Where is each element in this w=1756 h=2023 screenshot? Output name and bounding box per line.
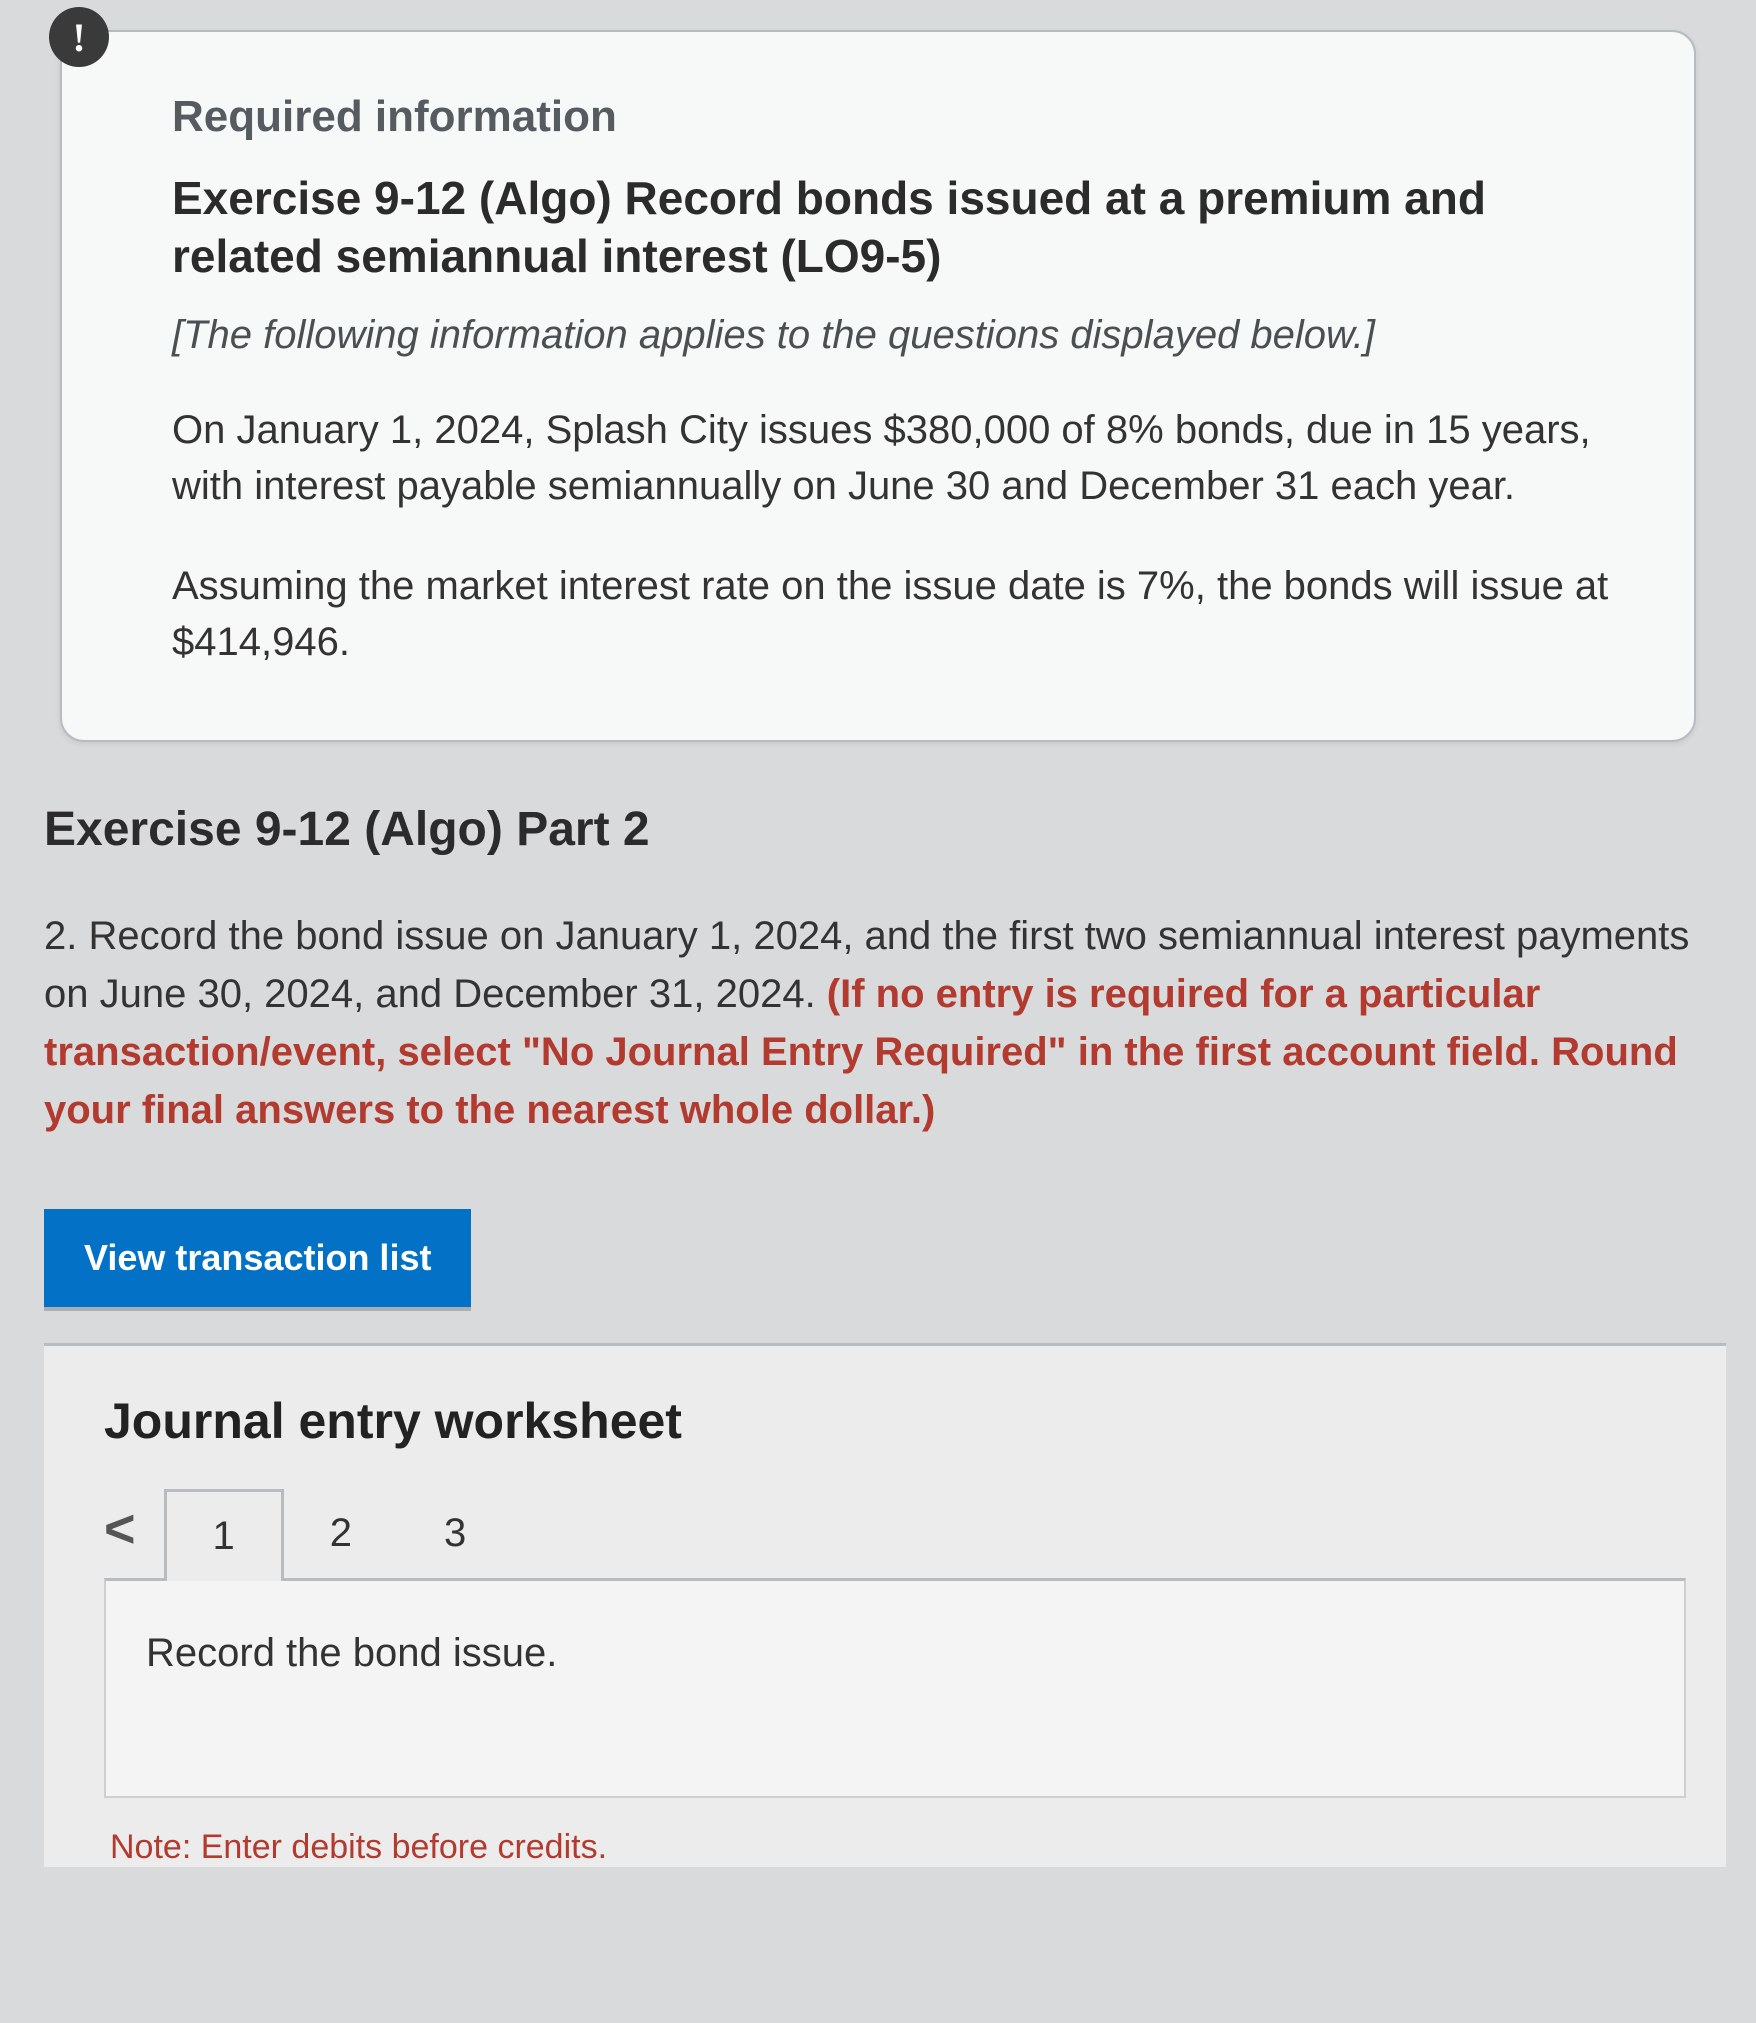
scenario-paragraph-2: Assuming the market interest rate on the… (172, 558, 1614, 670)
scenario-paragraph-1: On January 1, 2024, Splash City issues $… (172, 402, 1614, 514)
view-transaction-list-button[interactable]: View transaction list (44, 1209, 471, 1307)
required-info-card: ! Required information Exercise 9-12 (Al… (60, 30, 1696, 742)
alert-icon: ! (49, 7, 109, 67)
page-root: ! Required information Exercise 9-12 (Al… (0, 30, 1756, 1867)
worksheet-tabs: < 1 2 3 (104, 1486, 1686, 1578)
required-info-label: Required information (172, 92, 1614, 142)
worksheet-title: Journal entry worksheet (104, 1392, 1686, 1450)
tab-3[interactable]: 3 (398, 1489, 512, 1578)
exclamation-icon: ! (72, 14, 85, 61)
entry-instruction: Record the bond issue. (104, 1578, 1686, 1798)
question-text: 2. Record the bond issue on January 1, 2… (44, 907, 1716, 1139)
journal-worksheet-box: Journal entry worksheet < 1 2 3 Record t… (44, 1343, 1726, 1867)
tab-2[interactable]: 2 (284, 1489, 398, 1578)
tab-1[interactable]: 1 (164, 1489, 284, 1581)
note-line: Note: Enter debits before credits. (110, 1828, 1686, 1867)
applies-note: [The following information applies to th… (172, 313, 1614, 358)
part-heading: Exercise 9-12 (Algo) Part 2 (44, 802, 1726, 857)
chevron-left-icon[interactable]: < (104, 1498, 164, 1578)
exercise-title: Exercise 9-12 (Algo) Record bonds issued… (172, 170, 1614, 285)
